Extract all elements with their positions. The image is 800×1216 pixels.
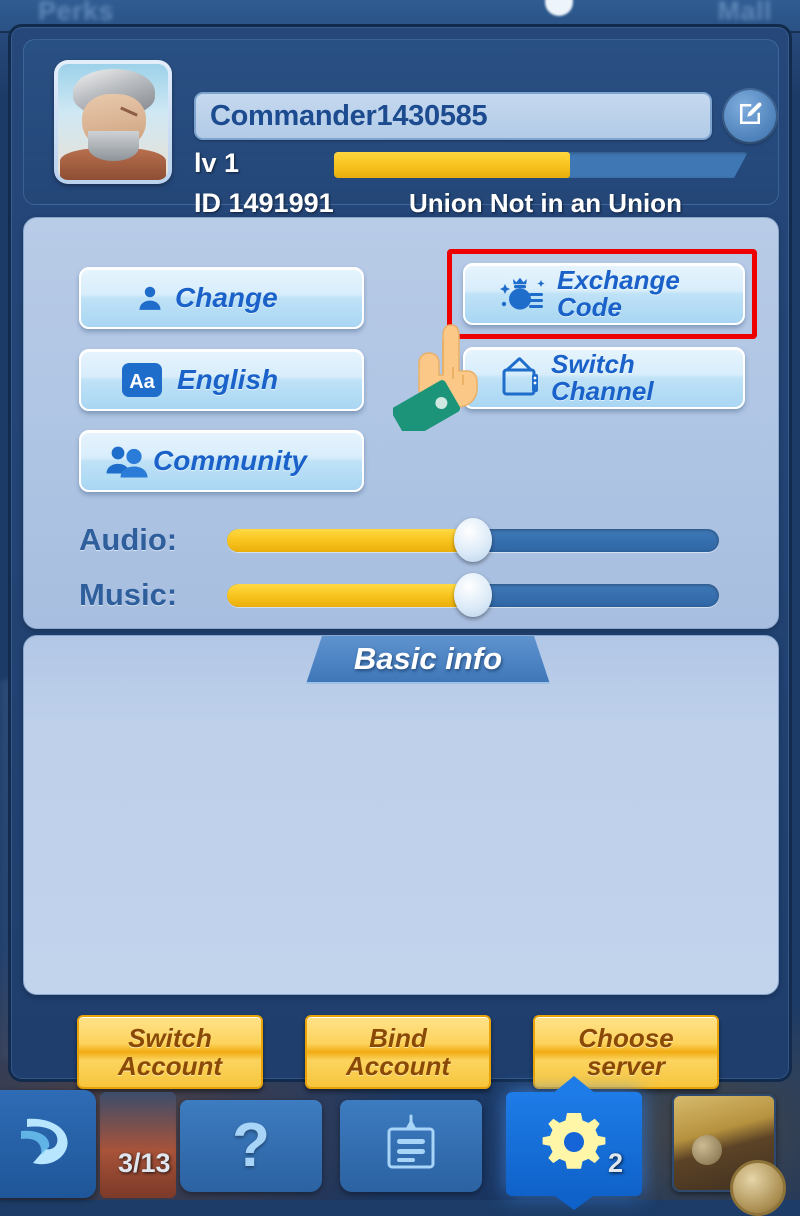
basic-info-panel: Basic info: [23, 635, 779, 995]
edit-pencil-icon: [735, 99, 765, 134]
language-button[interactable]: Aa English: [79, 349, 364, 411]
xp-bar-fill: [334, 152, 570, 178]
nav-counter-right: 2: [608, 1148, 624, 1178]
compass-button[interactable]: [730, 1160, 786, 1216]
edit-name-button[interactable]: [724, 90, 776, 142]
audio-slider[interactable]: [227, 518, 719, 562]
nav-settings-button[interactable]: [506, 1092, 642, 1196]
background-label-mall: Mall: [717, 0, 772, 26]
tv-icon: [499, 357, 545, 399]
audio-slider-knob[interactable]: [454, 518, 492, 562]
exchange-code-label: Exchange Code: [557, 265, 680, 322]
settings-window: Commander1430585 lv 1 ID 1491991 Union N…: [8, 24, 792, 1089]
music-slider[interactable]: [227, 573, 719, 617]
change-avatar-label: Change: [175, 281, 278, 313]
avatar[interactable]: [54, 60, 172, 184]
question-mark-icon: ?: [232, 1111, 270, 1180]
player-level: lv 1: [194, 148, 240, 178]
community-label: Community: [153, 444, 307, 476]
character-portrait-thumb: [100, 1092, 176, 1198]
game-logo-button[interactable]: [0, 1090, 96, 1198]
bind-account-button[interactable]: Bind Account: [305, 1015, 491, 1089]
switch-channel-label: Switch Channel: [551, 349, 654, 406]
game-logo-icon: [13, 1109, 79, 1180]
nav-help-button[interactable]: ?: [180, 1100, 322, 1192]
svg-text:Aa: Aa: [129, 371, 155, 393]
player-id: ID 1491991: [194, 188, 334, 218]
music-slider-label: Music:: [79, 577, 178, 612]
audio-slider-row: Audio:: [79, 518, 719, 562]
switch-account-label: Switch Account: [118, 1022, 222, 1081]
music-slider-fill: [227, 583, 473, 607]
basic-info-title: Basic info: [353, 641, 503, 676]
player-name-value: Commander1430585: [210, 99, 488, 132]
language-aa-icon: Aa: [121, 361, 163, 399]
choose-server-label: Choose server: [578, 1022, 674, 1081]
profile-header: Commander1430585 lv 1 ID 1491991 Union N…: [23, 39, 779, 218]
nav-counter-left: 3/13: [118, 1148, 171, 1178]
background-label-perks: Perks: [38, 0, 115, 26]
nav-notice-button[interactable]: [340, 1100, 482, 1192]
music-slider-row: Music:: [79, 573, 719, 617]
language-label: English: [177, 363, 279, 395]
audio-slider-fill: [227, 528, 473, 552]
bind-account-label: Bind Account: [346, 1022, 450, 1081]
community-button[interactable]: Community: [79, 430, 364, 492]
xp-bar: [334, 152, 748, 178]
player-name-field[interactable]: Commander1430585: [194, 92, 712, 140]
people-icon: [105, 443, 149, 479]
union-status: Union Not in an Union: [409, 188, 682, 218]
basic-info-tab[interactable]: Basic info: [306, 636, 550, 684]
commander-portrait-icon: [58, 64, 168, 180]
gear-icon: [541, 1109, 607, 1180]
switch-account-button[interactable]: Switch Account: [77, 1015, 263, 1089]
treasure-chest-icon: [692, 1135, 722, 1166]
money-bag-icon: [497, 273, 549, 315]
switch-channel-button[interactable]: Switch Channel: [463, 347, 745, 409]
exchange-code-button[interactable]: Exchange Code: [463, 263, 745, 325]
person-icon: [135, 283, 165, 313]
music-slider-knob[interactable]: [454, 573, 492, 617]
change-avatar-button[interactable]: Change: [79, 267, 364, 329]
notice-board-icon: [382, 1113, 440, 1180]
audio-slider-label: Audio:: [79, 522, 178, 557]
